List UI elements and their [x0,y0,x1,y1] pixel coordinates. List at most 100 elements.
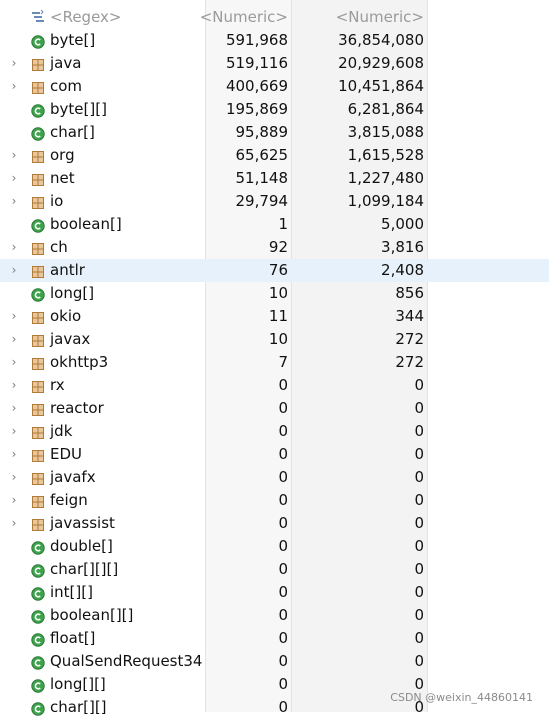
row-shallow-heap: 0 [414,468,424,486]
tree-row[interactable]: byte[] 591,968 36,854,080 [0,29,549,52]
tree-row[interactable]: › reactor 0 0 [0,397,549,420]
package-icon [31,332,45,347]
row-shallow-heap: 0 [414,514,424,532]
tree-row[interactable]: char[][][] 0 0 [0,558,549,581]
tree-row[interactable]: › javafx 0 0 [0,466,549,489]
tree-row[interactable]: › com 400,669 10,451,864 [0,75,549,98]
name-filter-input[interactable]: <Regex> [50,6,121,29]
tree-row[interactable]: float[] 0 0 [0,627,549,650]
package-icon [31,240,45,255]
row-objects-count: 10 [268,330,288,348]
tree-row[interactable]: char[] 95,889 3,815,088 [0,121,549,144]
row-objects-count: 195,869 [225,100,288,118]
tree-row[interactable]: byte[][] 195,869 6,281,864 [0,98,549,121]
expand-chevron-icon[interactable]: › [8,328,20,351]
row-shallow-heap: 0 [414,399,424,417]
row-name: net [50,169,75,187]
tree-row[interactable]: › jdk 0 0 [0,420,549,443]
expand-chevron-icon[interactable]: › [8,305,20,328]
row-objects-count: 76 [268,261,288,279]
row-objects-count: 51,148 [235,169,289,187]
expand-chevron-icon[interactable]: › [8,512,20,535]
tree-row[interactable]: › rx 0 0 [0,374,549,397]
row-objects-count: 0 [278,652,288,670]
tree-row[interactable]: double[] 0 0 [0,535,549,558]
row-name: long[][] [50,675,106,693]
tree-row[interactable]: › org 65,625 1,615,528 [0,144,549,167]
row-shallow-heap: 0 [414,629,424,647]
expand-chevron-icon[interactable]: › [8,443,20,466]
tree-row[interactable]: int[][] 0 0 [0,581,549,604]
row-name: feign [50,491,88,509]
class-icon [31,585,45,601]
tree-row[interactable]: › okhttp3 7 272 [0,351,549,374]
row-objects-count: 519,116 [225,54,288,72]
tree-row[interactable]: long[] 10 856 [0,282,549,305]
row-shallow-heap: 0 [414,583,424,601]
tree-row[interactable]: boolean[][] 0 0 [0,604,549,627]
class-icon [31,33,45,49]
objects-filter-input[interactable]: <Numeric> [200,6,288,29]
row-objects-count: 92 [268,238,288,256]
tree-row[interactable]: › java 519,116 20,929,608 [0,52,549,75]
expand-chevron-icon[interactable]: › [8,397,20,420]
expand-chevron-icon[interactable]: › [8,466,20,489]
tree-row[interactable]: › io 29,794 1,099,184 [0,190,549,213]
package-icon [31,493,45,508]
row-objects-count: 65,625 [235,146,289,164]
tree-row[interactable]: › ch 92 3,816 [0,236,549,259]
tree-row[interactable]: › antlr 76 2,408 [0,259,549,282]
tree-row[interactable]: › net 51,148 1,227,480 [0,167,549,190]
row-shallow-heap: 0 [414,491,424,509]
filter-icon [30,9,46,25]
row-shallow-heap: 344 [395,307,424,325]
tree-row[interactable]: › javassist 0 0 [0,512,549,535]
expand-chevron-icon[interactable]: › [8,167,20,190]
expand-chevron-icon[interactable]: › [8,351,20,374]
row-name: long[] [50,284,95,302]
row-name: int[][] [50,583,93,601]
package-icon [31,194,45,209]
expand-chevron-icon[interactable]: › [8,489,20,512]
row-shallow-heap: 10,451,864 [338,77,424,95]
row-shallow-heap: 5,000 [381,215,424,233]
row-name: double[] [50,537,113,555]
row-objects-count: 10 [268,284,288,302]
row-shallow-heap: 0 [414,422,424,440]
expand-chevron-icon[interactable]: › [8,75,20,98]
row-name: char[] [50,123,95,141]
expand-chevron-icon[interactable]: › [8,420,20,443]
row-name: io [50,192,64,210]
row-name: QualSendRequest34 [50,652,203,670]
row-objects-count: 0 [278,422,288,440]
expand-chevron-icon[interactable]: › [8,190,20,213]
expand-chevron-icon[interactable]: › [8,144,20,167]
shallow-heap-filter-input[interactable]: <Numeric> [336,6,424,29]
expand-chevron-icon[interactable]: › [8,374,20,397]
tree-row[interactable]: › EDU 0 0 [0,443,549,466]
class-icon [31,217,45,233]
package-icon [31,79,45,94]
package-icon [31,447,45,462]
row-objects-count: 0 [278,468,288,486]
class-icon [31,102,45,118]
histogram-tree[interactable]: <Regex> <Numeric> <Numeric> byte[] 591,96… [0,6,549,719]
row-name: org [50,146,75,164]
tree-row[interactable]: › feign 0 0 [0,489,549,512]
class-icon [31,654,45,670]
row-objects-count: 0 [278,583,288,601]
row-objects-count: 0 [278,491,288,509]
tree-row[interactable]: › okio 11 344 [0,305,549,328]
row-name: byte[] [50,31,96,49]
expand-chevron-icon[interactable]: › [8,236,20,259]
class-icon [31,539,45,555]
row-objects-count: 0 [278,514,288,532]
row-shallow-heap: 20,929,608 [338,54,424,72]
tree-row[interactable]: › javax 10 272 [0,328,549,351]
row-shallow-heap: 1,615,528 [347,146,424,164]
expand-chevron-icon[interactable]: › [8,259,20,282]
tree-row[interactable]: boolean[] 1 5,000 [0,213,549,236]
tree-row[interactable]: QualSendRequest34 0 0 [0,650,549,673]
expand-chevron-icon[interactable]: › [8,52,20,75]
row-objects-count: 0 [278,560,288,578]
